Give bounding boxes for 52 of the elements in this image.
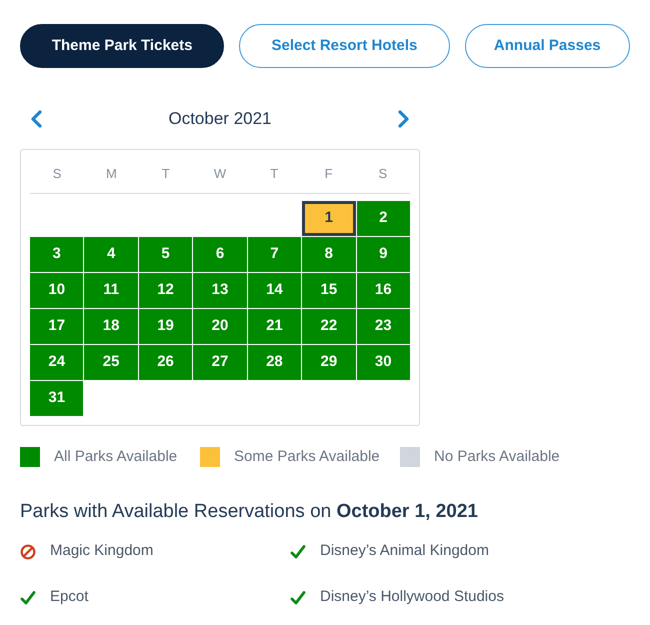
calendar-day[interactable]: 23 — [356, 308, 410, 344]
calendar-day[interactable]: 16 — [356, 272, 410, 308]
chevron-left-icon[interactable] — [30, 110, 42, 128]
park-name: Disney’s Hollywood Studios — [320, 587, 504, 608]
calendar-day[interactable]: 19 — [138, 308, 192, 344]
calendar-day[interactable]: 20 — [193, 308, 247, 344]
parks-heading: Parks with Available Reservations on October 1, 2021 — [20, 500, 480, 524]
legend-label: No Parks Available — [434, 446, 560, 466]
calendar-day[interactable]: 6 — [193, 236, 247, 272]
month-title: October 2021 — [168, 108, 272, 130]
calendar-day[interactable]: 4 — [84, 236, 138, 272]
weekday-label: W — [212, 165, 228, 183]
calendar-day[interactable]: 14 — [248, 272, 302, 308]
weekday-label: T — [269, 165, 280, 183]
calendar-day[interactable]: 31 — [30, 380, 84, 416]
weekday-label: S — [52, 165, 62, 183]
calendar-day[interactable]: 15 — [302, 272, 356, 308]
calendar-day[interactable]: 17 — [30, 308, 84, 344]
calendar-day[interactable]: 10 — [30, 272, 84, 308]
weekday-label: T — [160, 165, 171, 183]
calendar-day[interactable]: 11 — [84, 272, 138, 308]
tab[interactable]: Annual Passes — [464, 24, 630, 68]
tab[interactable]: Select Resort Hotels — [239, 24, 450, 68]
calendar-day[interactable]: 18 — [84, 308, 138, 344]
calendar-day[interactable]: 1 — [302, 200, 356, 236]
weekday-label: F — [324, 165, 334, 183]
calendar-day[interactable]: 29 — [302, 344, 356, 380]
calendar-day[interactable]: 30 — [356, 344, 410, 380]
calendar-day[interactable]: 28 — [248, 344, 302, 380]
legend-label: All Parks Available — [54, 446, 178, 466]
calendar-day[interactable]: 3 — [30, 236, 84, 272]
calendar-day[interactable]: 5 — [138, 236, 192, 272]
tab[interactable]: Theme Park Tickets — [20, 24, 224, 68]
weekday-label: M — [105, 165, 118, 183]
calendar-day[interactable]: 22 — [302, 308, 356, 344]
calendar-day[interactable]: 26 — [138, 344, 192, 380]
calendar-day[interactable]: 27 — [193, 344, 247, 380]
calendar-day[interactable]: 21 — [248, 308, 302, 344]
calendar-day[interactable]: 9 — [356, 236, 410, 272]
calendar-day[interactable]: 2 — [356, 200, 410, 236]
calendar-day[interactable]: 7 — [248, 236, 302, 272]
calendar-day[interactable]: 8 — [302, 236, 356, 272]
calendar-day[interactable]: 13 — [193, 272, 247, 308]
park-name: Disney’s Animal Kingdom — [320, 541, 489, 562]
calendar-day[interactable]: 24 — [30, 344, 84, 380]
legend-label: Some Parks Available — [234, 446, 380, 466]
calendar-day[interactable]: 25 — [84, 344, 138, 380]
park-name: Epcot — [50, 587, 88, 608]
weekday-label: S — [378, 165, 388, 183]
calendar-day[interactable]: 12 — [138, 272, 192, 308]
chevron-right-icon[interactable] — [398, 110, 410, 128]
park-name: Magic Kingdom — [50, 541, 154, 562]
